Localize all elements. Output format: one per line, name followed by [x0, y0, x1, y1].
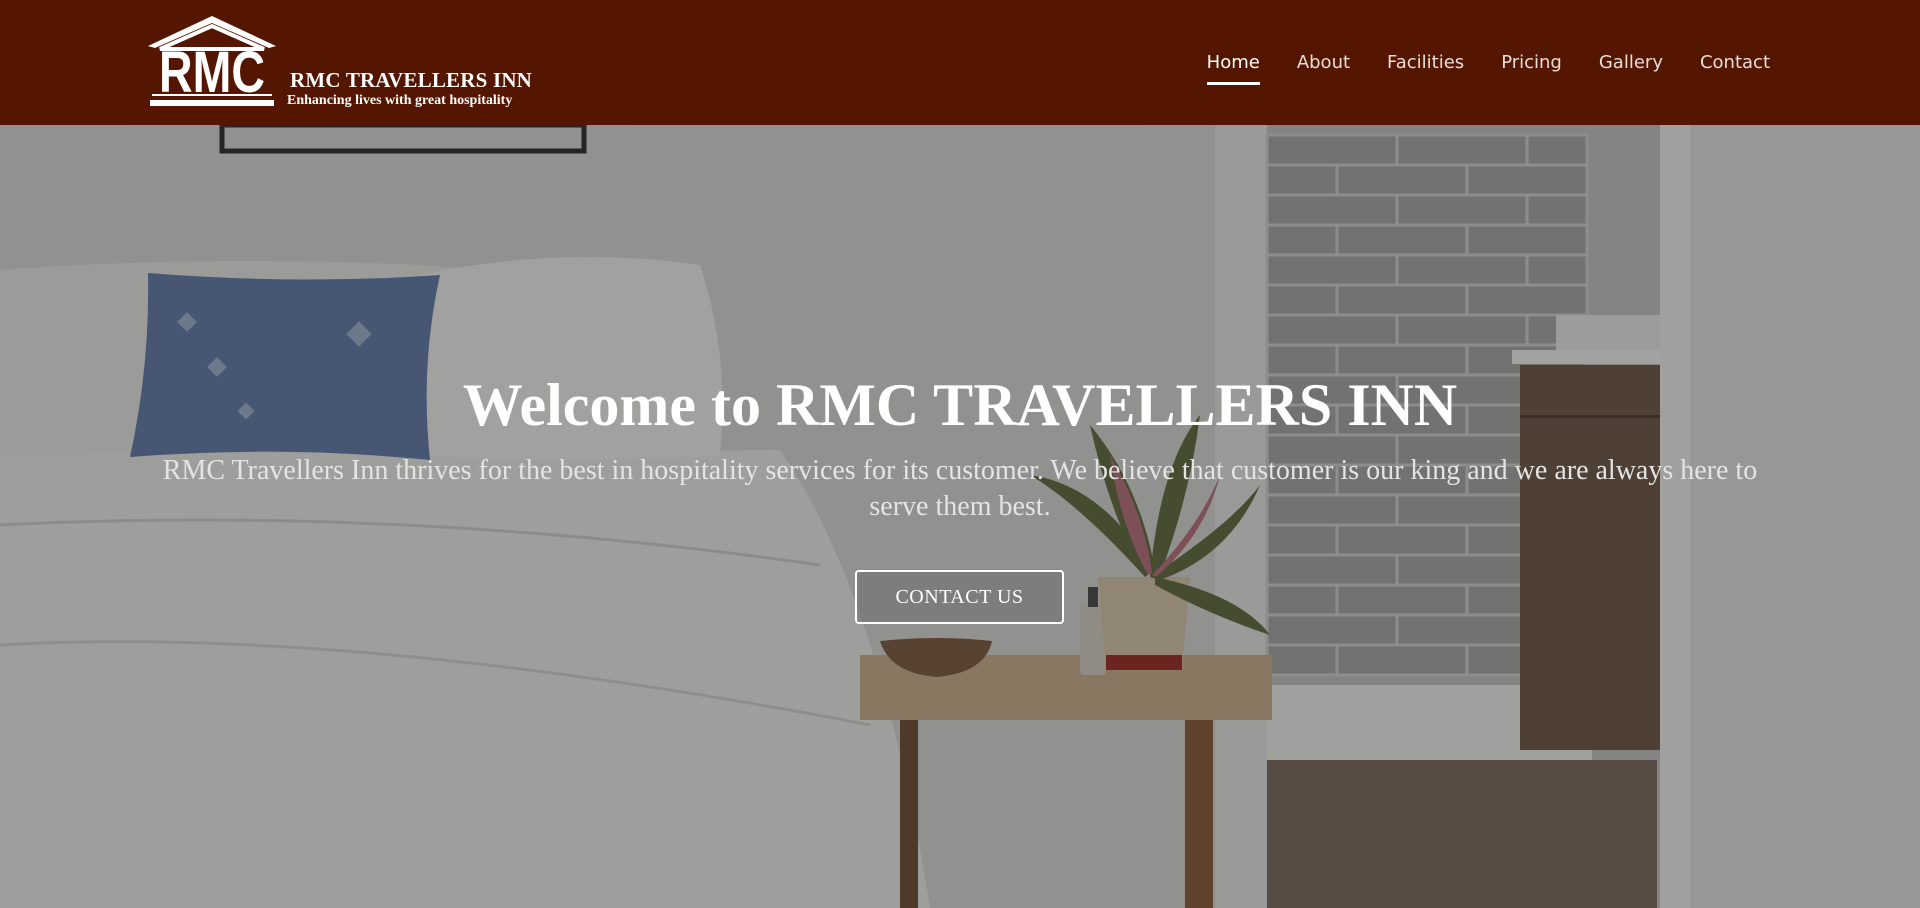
rmc-logo-icon: RMC	[148, 16, 276, 106]
main-nav: Home About Facilities Pricing Gallery Co…	[1170, 0, 1770, 125]
nav-item-facilities[interactable]: Facilities	[1387, 42, 1464, 83]
brand-name: RMC TRAVELLERS INN	[290, 68, 533, 92]
nav-item-contact[interactable]: Contact	[1700, 42, 1770, 83]
nav-item-gallery[interactable]: Gallery	[1599, 42, 1663, 83]
brand-logo[interactable]: RMC RMC TRAVELLERS INN Enhancing lives w…	[148, 14, 548, 114]
hero-section: Welcome to RMC TRAVELLERS INN RMC Travel…	[0, 125, 1920, 908]
contact-us-button[interactable]: CONTACT US	[855, 570, 1064, 624]
hero-description: RMC Travellers Inn thrives for the best …	[162, 455, 1758, 522]
nav-item-home[interactable]: Home	[1206, 42, 1260, 85]
site-header: RMC RMC TRAVELLERS INN Enhancing lives w…	[0, 0, 1920, 125]
nav-item-about[interactable]: About	[1297, 42, 1350, 83]
logo-letters: RMC	[159, 40, 265, 105]
brand-tagline: Enhancing lives with great hospitality	[287, 93, 513, 108]
nav-item-pricing[interactable]: Pricing	[1501, 42, 1562, 83]
hero-title: Welcome to RMC TRAVELLERS INN	[462, 372, 1458, 438]
